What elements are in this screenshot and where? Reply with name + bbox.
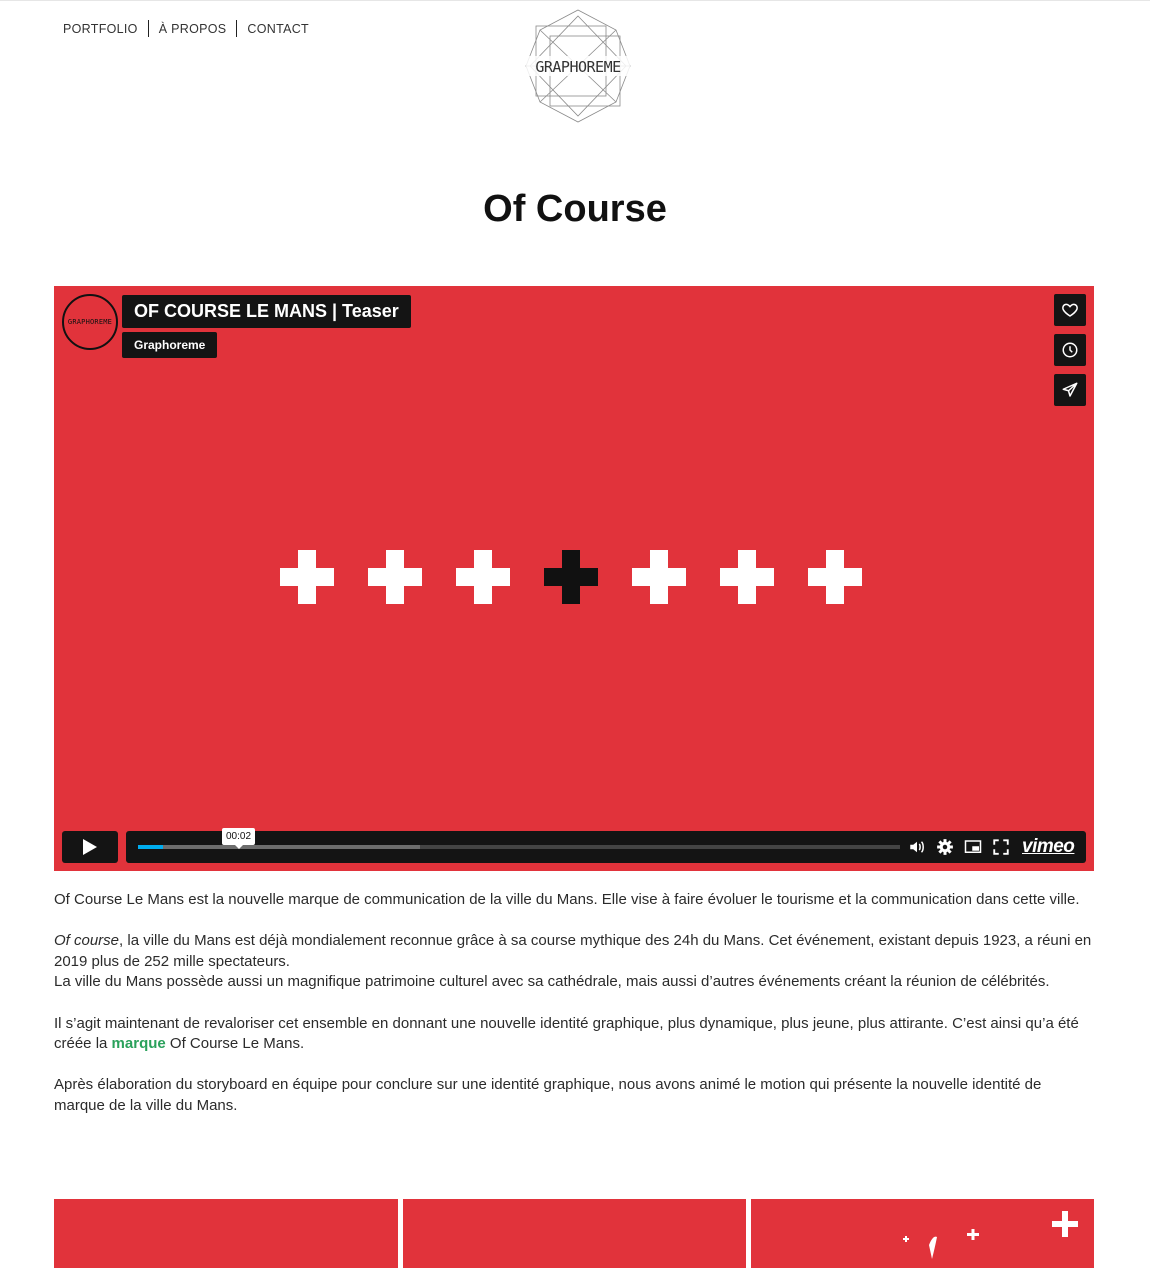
player-controls: 00:02 vimeo [62,828,1086,863]
article-paragraph: Il s’agit maintenant de revaloriser cet … [54,1014,1094,1055]
article-body: Of Course Le Mans est la nouvelle marque… [54,890,1094,1137]
fullscreen-icon [993,839,1009,855]
channel-avatar[interactable]: GRAPHOREME [62,294,118,350]
share-button[interactable] [1054,374,1086,406]
like-button[interactable] [1054,294,1086,326]
page-title: Of Course [483,188,667,230]
cross-mark [632,550,686,604]
marque-link[interactable]: marque [112,1035,166,1052]
avatar-text: GRAPHOREME [67,318,113,326]
gallery-frame-crosses [903,1211,1078,1259]
site-logo[interactable]: GRAPHOREME [522,8,634,124]
video-owner[interactable]: Graphoreme [122,332,218,358]
picture-in-picture-icon [964,840,982,853]
cross-mark [368,550,422,604]
vimeo-logo[interactable]: vimeo [1022,836,1075,858]
gallery-image[interactable] [751,1199,1094,1268]
volume-button[interactable] [908,838,926,856]
article-text: La ville du Mans possède aussi un magnif… [54,973,1050,991]
settings-button[interactable] [936,838,954,856]
article-emphasis: Of course [54,932,120,950]
heart-icon [1062,303,1078,317]
main-nav: PORTFOLIO À PROPOS CONTACT [63,20,309,37]
nav-contact[interactable]: CONTACT [247,22,309,36]
clock-icon [1062,342,1078,358]
fullscreen-button[interactable] [992,838,1010,856]
volume-icon [910,841,924,853]
gallery-image[interactable] [403,1199,746,1268]
gallery-image[interactable] [54,1199,398,1268]
gear-icon [937,839,953,855]
video-frame-crosses [280,550,862,604]
article-paragraph: Of course, la ville du Mans est déjà mon… [54,931,1094,993]
progress-track[interactable]: 00:02 [138,828,900,849]
send-icon [1062,382,1078,397]
article-paragraph: Après élaboration du storyboard en équip… [54,1076,1042,1114]
logo-text: GRAPHOREME [535,58,621,76]
nav-about[interactable]: À PROPOS [159,22,227,36]
nav-portfolio[interactable]: PORTFOLIO [63,22,138,36]
played-bar [138,845,164,849]
buffered-bar [138,845,420,849]
video-title[interactable]: OF COURSE LE MANS | Teaser [122,295,411,328]
cross-mark [720,550,774,604]
cross-mark [280,550,334,604]
logo-geometric-icon: GRAPHOREME [525,9,631,123]
image-gallery [54,1199,1094,1268]
nav-divider [147,20,149,37]
nav-divider [236,20,238,37]
pip-button[interactable] [964,838,982,856]
cross-mark [544,550,598,604]
article-text: , la ville du Mans est déjà mondialement… [54,932,1092,970]
watch-later-button[interactable] [1054,334,1086,366]
timecode-tooltip: 00:02 [222,828,256,849]
control-bar: 00:02 vimeo [126,828,1086,863]
top-border [0,0,1150,1]
play-icon [83,839,97,855]
article-text: Of Course Le Mans. [165,1035,305,1053]
cross-mark [808,550,862,604]
article-paragraph: Of Course Le Mans est la nouvelle marque… [54,891,1080,908]
play-button[interactable] [62,831,118,863]
video-player[interactable]: GRAPHOREME OF COURSE LE MANS | Teaser Gr… [54,286,1094,871]
cross-mark [456,550,510,604]
